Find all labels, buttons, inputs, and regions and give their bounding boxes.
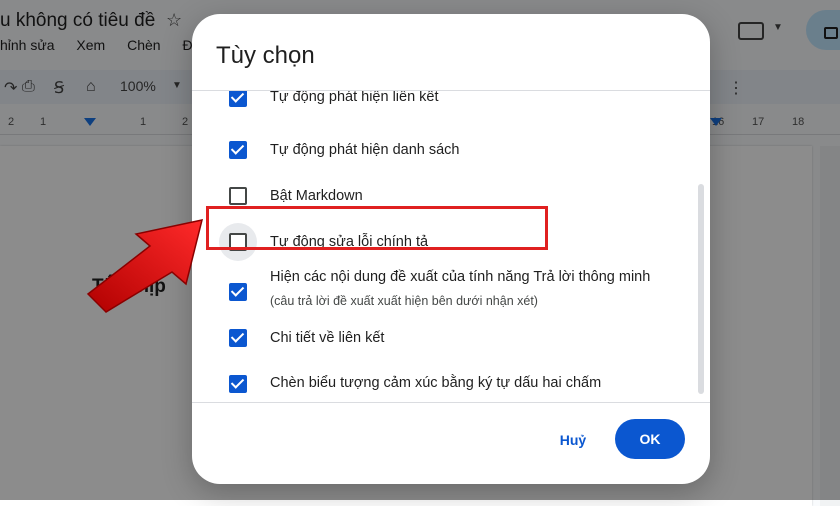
highlight-box bbox=[206, 206, 548, 250]
pointer-arrow-icon bbox=[86, 219, 204, 313]
option-sublabel: (câu trả lời đề xuất xuất hiện bên dưới … bbox=[270, 294, 538, 308]
option-label: Hiện các nội dung đề xuất của tính năng … bbox=[270, 269, 651, 285]
checkbox-unchecked[interactable] bbox=[229, 187, 247, 205]
option-label: Chèn biểu tượng cảm xúc bằng ký tự dấu h… bbox=[270, 375, 602, 391]
option-label: Tự động phát hiện danh sách bbox=[270, 142, 460, 158]
option-label: Bật Markdown bbox=[270, 188, 363, 204]
checkbox-checked[interactable] bbox=[229, 283, 247, 301]
checkbox-checked[interactable] bbox=[229, 329, 247, 347]
dialog-scrollbar[interactable] bbox=[698, 184, 704, 394]
ok-button[interactable]: OK bbox=[615, 419, 685, 459]
dialog-title: Tùy chọn bbox=[216, 42, 315, 69]
divider bbox=[192, 402, 710, 403]
option-label: Chi tiết về liên kết bbox=[270, 330, 385, 346]
cancel-button[interactable]: Huỷ bbox=[548, 426, 598, 454]
checkbox-checked[interactable] bbox=[229, 141, 247, 159]
checkbox-checked[interactable] bbox=[229, 375, 247, 393]
checkbox-checked[interactable] bbox=[229, 91, 247, 107]
option-label: Tự động phát hiện liên kết bbox=[270, 91, 439, 105]
